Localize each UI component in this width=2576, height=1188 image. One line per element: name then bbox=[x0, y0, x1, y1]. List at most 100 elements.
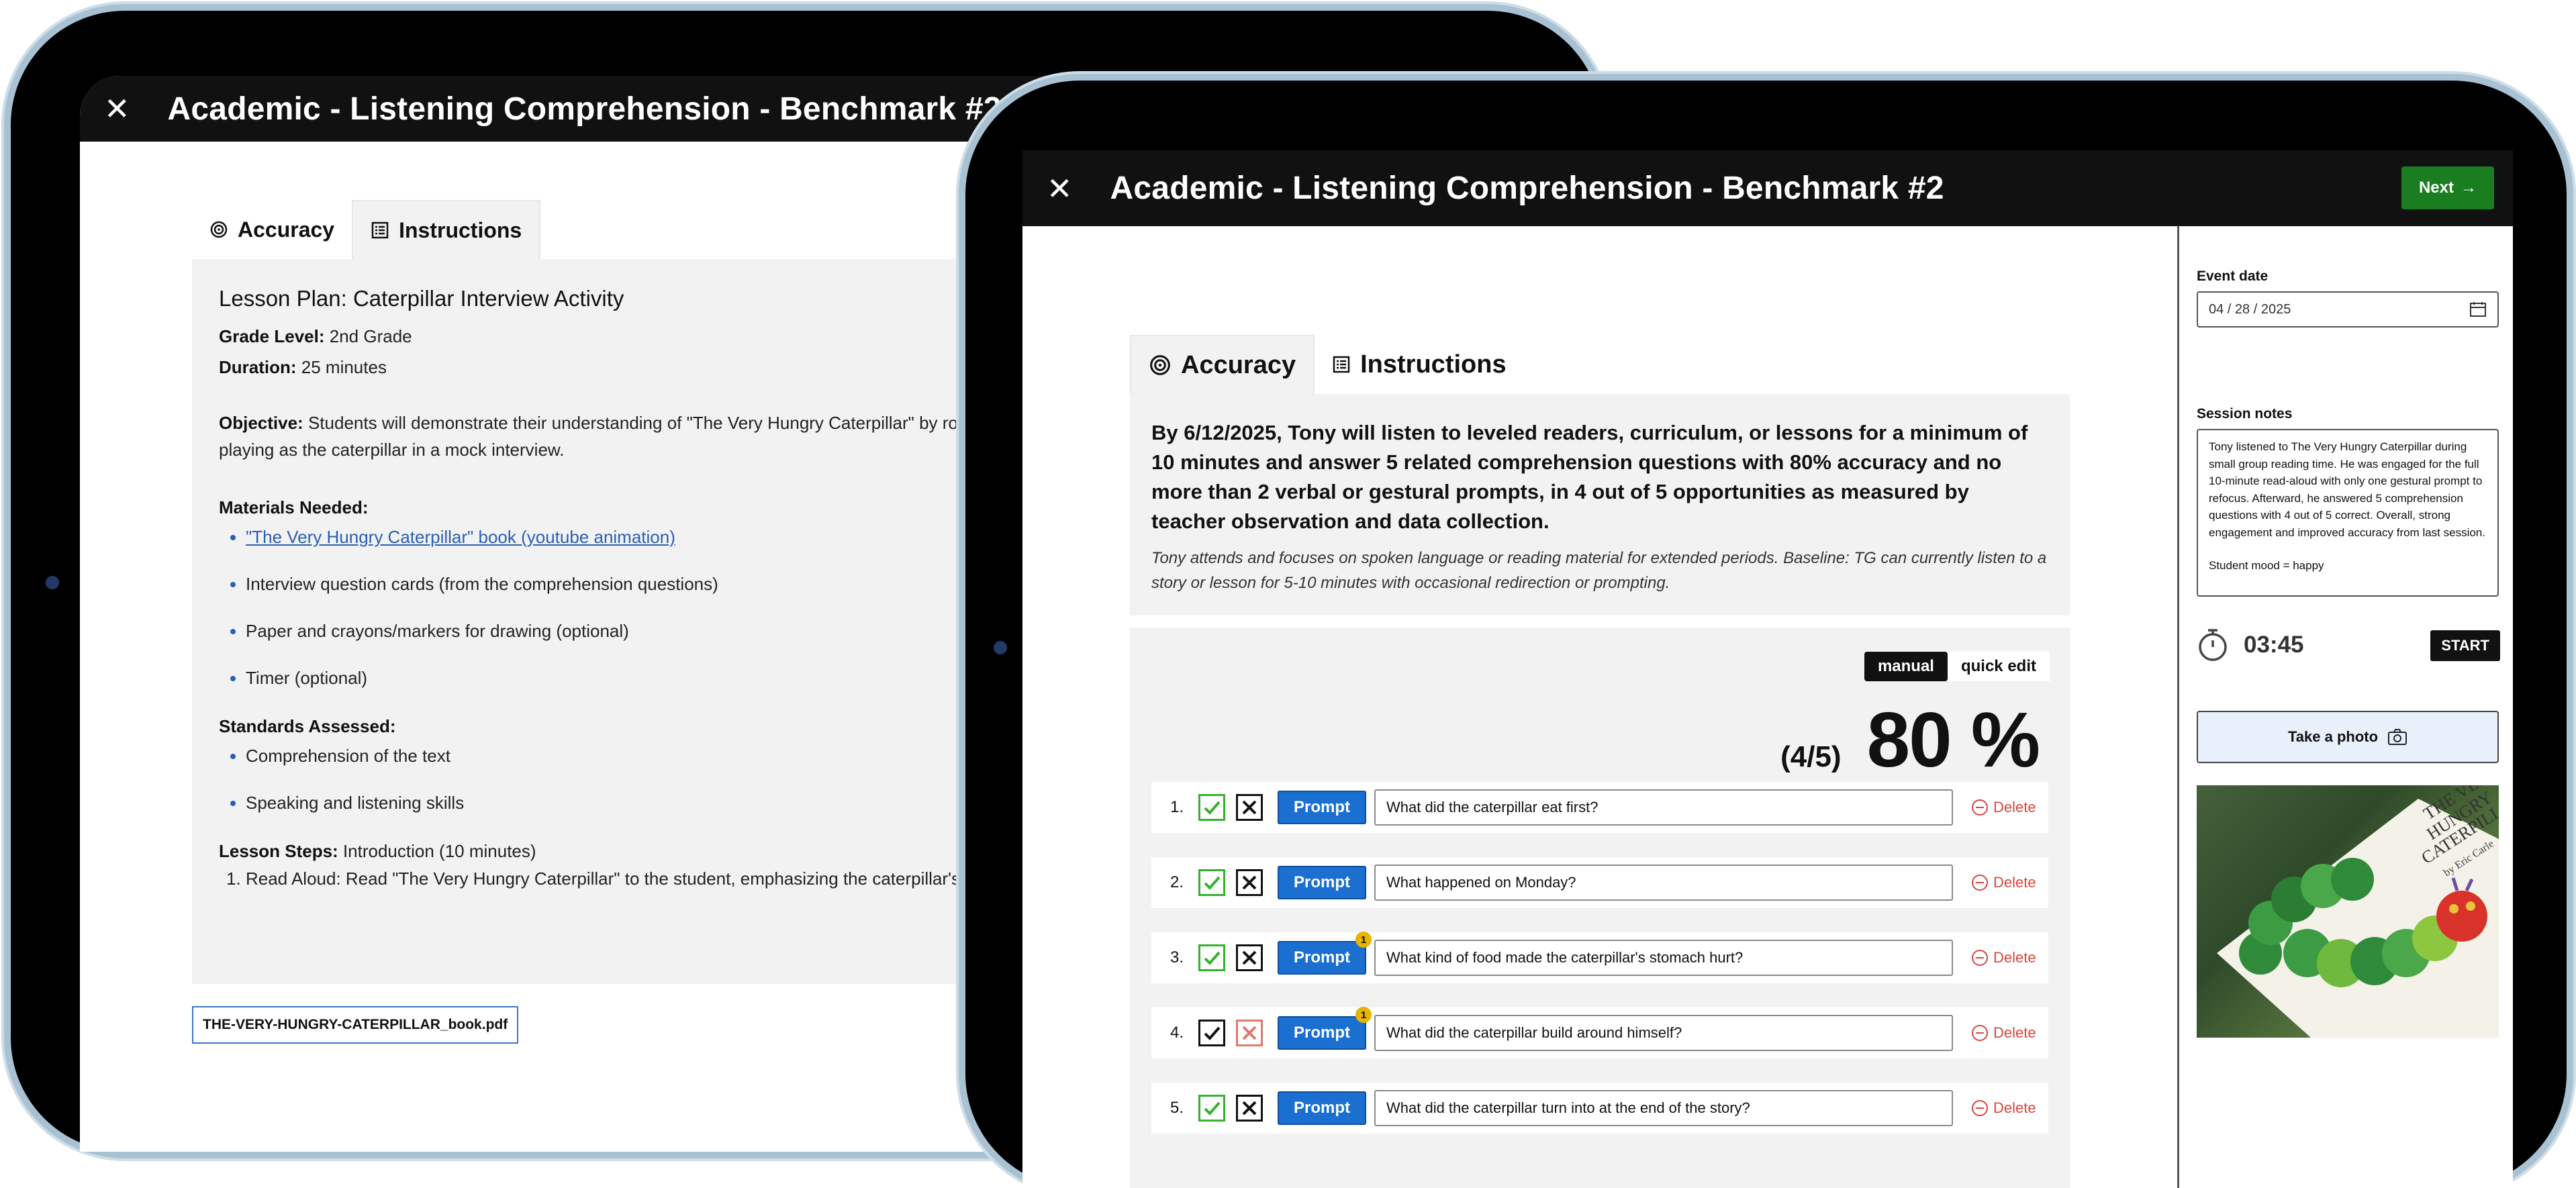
list-item: Read Aloud: Read "The Very Hungry Caterp… bbox=[246, 869, 1026, 889]
mark-incorrect-checkbox[interactable] bbox=[1236, 1095, 1263, 1122]
delete-label: Delete bbox=[1993, 874, 2036, 891]
delete-label: Delete bbox=[1993, 1099, 2036, 1116]
question-input[interactable] bbox=[1374, 864, 1953, 901]
event-date-field[interactable]: 04 / 28 / 2025 bbox=[2197, 291, 2499, 328]
minus-circle-icon bbox=[1972, 875, 1988, 891]
mark-correct-checkbox[interactable] bbox=[1198, 869, 1225, 896]
book-link[interactable]: "The Very Hungry Caterpillar" book (yout… bbox=[246, 527, 675, 547]
delete-button[interactable]: Delete bbox=[1972, 1024, 2036, 1042]
list-item: Paper and crayons/markers for drawing (o… bbox=[246, 619, 1004, 643]
next-label: Next bbox=[2418, 179, 2454, 197]
front-header: ✕ Academic - Listening Comprehension - B… bbox=[1022, 150, 2513, 226]
materials-list: "The Very Hungry Caterpillar" book (yout… bbox=[219, 525, 1004, 690]
close-icon[interactable]: ✕ bbox=[1047, 173, 1073, 204]
camera-dot bbox=[46, 576, 59, 589]
question-input[interactable] bbox=[1374, 1015, 1953, 1051]
mark-correct-checkbox[interactable] bbox=[1198, 1020, 1225, 1046]
close-icon[interactable]: ✕ bbox=[104, 93, 130, 124]
question-number: 2. bbox=[1170, 873, 1184, 891]
prompt-label: Prompt bbox=[1294, 798, 1350, 816]
mark-correct-checkbox[interactable] bbox=[1198, 1095, 1225, 1122]
question-number: 4. bbox=[1170, 1024, 1184, 1042]
take-photo-button[interactable]: Take a photo bbox=[2197, 711, 2499, 763]
standards-heading: Standards Assessed: bbox=[219, 716, 396, 736]
prompt-label: Prompt bbox=[1294, 873, 1350, 891]
question-row: 3. Prompt 1 Delete bbox=[1151, 932, 2048, 983]
grade-line: Grade Level: 2nd Grade bbox=[219, 326, 412, 346]
mark-correct-checkbox[interactable] bbox=[1198, 944, 1225, 971]
tab-instructions[interactable]: Instructions bbox=[1315, 335, 1524, 394]
event-date-value: 04 / 28 / 2025 bbox=[2209, 301, 2291, 317]
delete-label: Delete bbox=[1993, 949, 2036, 966]
page-title: Academic - Listening Comprehension - Ben… bbox=[167, 91, 1002, 127]
tab-label: Accuracy bbox=[1181, 350, 1296, 379]
minus-circle-icon bbox=[1972, 799, 1988, 815]
timer: 03:45 bbox=[2197, 628, 2304, 662]
question-row: 1. Prompt Delete bbox=[1151, 782, 2048, 833]
delete-button[interactable]: Delete bbox=[1972, 874, 2036, 891]
prompt-button[interactable]: Prompt bbox=[1278, 791, 1366, 824]
tab-accuracy[interactable]: Accuracy bbox=[1130, 335, 1315, 394]
session-sidebar: Event date 04 / 28 / 2025 Session notes … bbox=[2177, 226, 2513, 1188]
timer-value: 03:45 bbox=[2244, 632, 2304, 658]
tab-bar: Accuracy Instructions bbox=[1130, 335, 1524, 394]
list-item: Speaking and listening skills bbox=[246, 791, 1004, 815]
goal-panel: By 6/12/2025, Tony will listen to levele… bbox=[1130, 394, 2070, 615]
mode-quick-edit[interactable]: quick edit bbox=[1947, 652, 2050, 681]
question-number: 3. bbox=[1170, 948, 1184, 967]
list-item: Interview question cards (from the compr… bbox=[246, 572, 1004, 596]
tab-label: Accuracy bbox=[238, 217, 335, 242]
mark-correct-checkbox[interactable] bbox=[1198, 794, 1225, 821]
question-input[interactable] bbox=[1374, 789, 1953, 826]
prompt-button[interactable]: Prompt bbox=[1278, 866, 1366, 899]
question-row: 2. Prompt Delete bbox=[1151, 857, 2048, 908]
mode-manual[interactable]: manual bbox=[1864, 652, 1948, 681]
session-notes-text: Tony listened to The Very Hungry Caterpi… bbox=[2209, 440, 2485, 539]
mark-incorrect-checkbox[interactable] bbox=[1236, 869, 1263, 896]
instructions-panel: Lesson Plan: Caterpillar Interview Activ… bbox=[192, 259, 1031, 984]
goal-baseline: Tony attends and focuses on spoken langu… bbox=[1151, 549, 2047, 592]
standards-list: Comprehension of the text Speaking and l… bbox=[219, 744, 1004, 815]
prompt-button[interactable]: Prompt 1 bbox=[1278, 1007, 1372, 1050]
steps-list: Read Aloud: Read "The Very Hungry Caterp… bbox=[219, 869, 1026, 889]
score-fraction: (4/5) bbox=[1780, 740, 1842, 773]
tab-instructions[interactable]: Instructions bbox=[352, 200, 541, 259]
goal-text: By 6/12/2025, Tony will listen to levele… bbox=[1151, 421, 2028, 533]
take-photo-label: Take a photo bbox=[2287, 728, 2379, 745]
prompt-label: Prompt bbox=[1294, 1024, 1350, 1042]
pdf-attachment[interactable]: THE-VERY-HUNGRY-CATERPILLAR_book.pdf bbox=[192, 1006, 519, 1044]
event-date-label: Event date bbox=[2197, 268, 2269, 284]
prompt-button[interactable]: Prompt bbox=[1278, 1091, 1366, 1125]
next-button[interactable]: Next → bbox=[2401, 166, 2494, 209]
question-row: 4. Prompt 1 Delete bbox=[1151, 1007, 2048, 1058]
session-notes-field[interactable]: Tony listened to The Very Hungry Caterpi… bbox=[2197, 429, 2499, 597]
camera-icon bbox=[2388, 729, 2407, 745]
question-input[interactable] bbox=[1374, 940, 1953, 976]
delete-label: Delete bbox=[1993, 799, 2036, 815]
delete-button[interactable]: Delete bbox=[1972, 949, 2036, 967]
list-item: Timer (optional) bbox=[246, 666, 1004, 690]
book-photo[interactable]: THE VERY HUNGRY CATERPILLAR by Eric Carl… bbox=[2197, 785, 2499, 1038]
mark-incorrect-checkbox[interactable] bbox=[1236, 944, 1263, 971]
delete-button[interactable]: Delete bbox=[1972, 1099, 2036, 1117]
book-cover-image: THE VERY HUNGRY CATERPILLAR by Eric Carl… bbox=[2217, 785, 2499, 1038]
steps-line: Lesson Steps: Introduction (10 minutes) bbox=[219, 841, 536, 861]
mark-incorrect-checkbox[interactable] bbox=[1236, 794, 1263, 821]
delete-button[interactable]: Delete bbox=[1972, 799, 2036, 816]
student-mood: Student mood = happy bbox=[2209, 559, 2324, 572]
stopwatch-icon bbox=[2199, 629, 2227, 661]
minus-circle-icon bbox=[1972, 950, 1988, 966]
start-button[interactable]: START bbox=[2430, 630, 2500, 661]
tab-bar: Accuracy Instructions bbox=[192, 200, 541, 259]
mode-toggle: manual quick edit bbox=[1864, 652, 2050, 681]
question-input[interactable] bbox=[1374, 1090, 1953, 1126]
materials-heading: Materials Needed: bbox=[219, 497, 369, 517]
mark-incorrect-checkbox[interactable] bbox=[1236, 1020, 1263, 1046]
question-number: 5. bbox=[1170, 1099, 1184, 1117]
tab-accuracy[interactable]: Accuracy bbox=[192, 200, 352, 259]
list-item: "The Very Hungry Caterpillar" book (yout… bbox=[246, 525, 1004, 549]
calendar-icon[interactable] bbox=[2469, 301, 2487, 317]
arrow-right-icon: → bbox=[2461, 179, 2477, 197]
list-icon bbox=[1333, 356, 1350, 373]
prompt-button[interactable]: Prompt 1 bbox=[1278, 932, 1372, 975]
